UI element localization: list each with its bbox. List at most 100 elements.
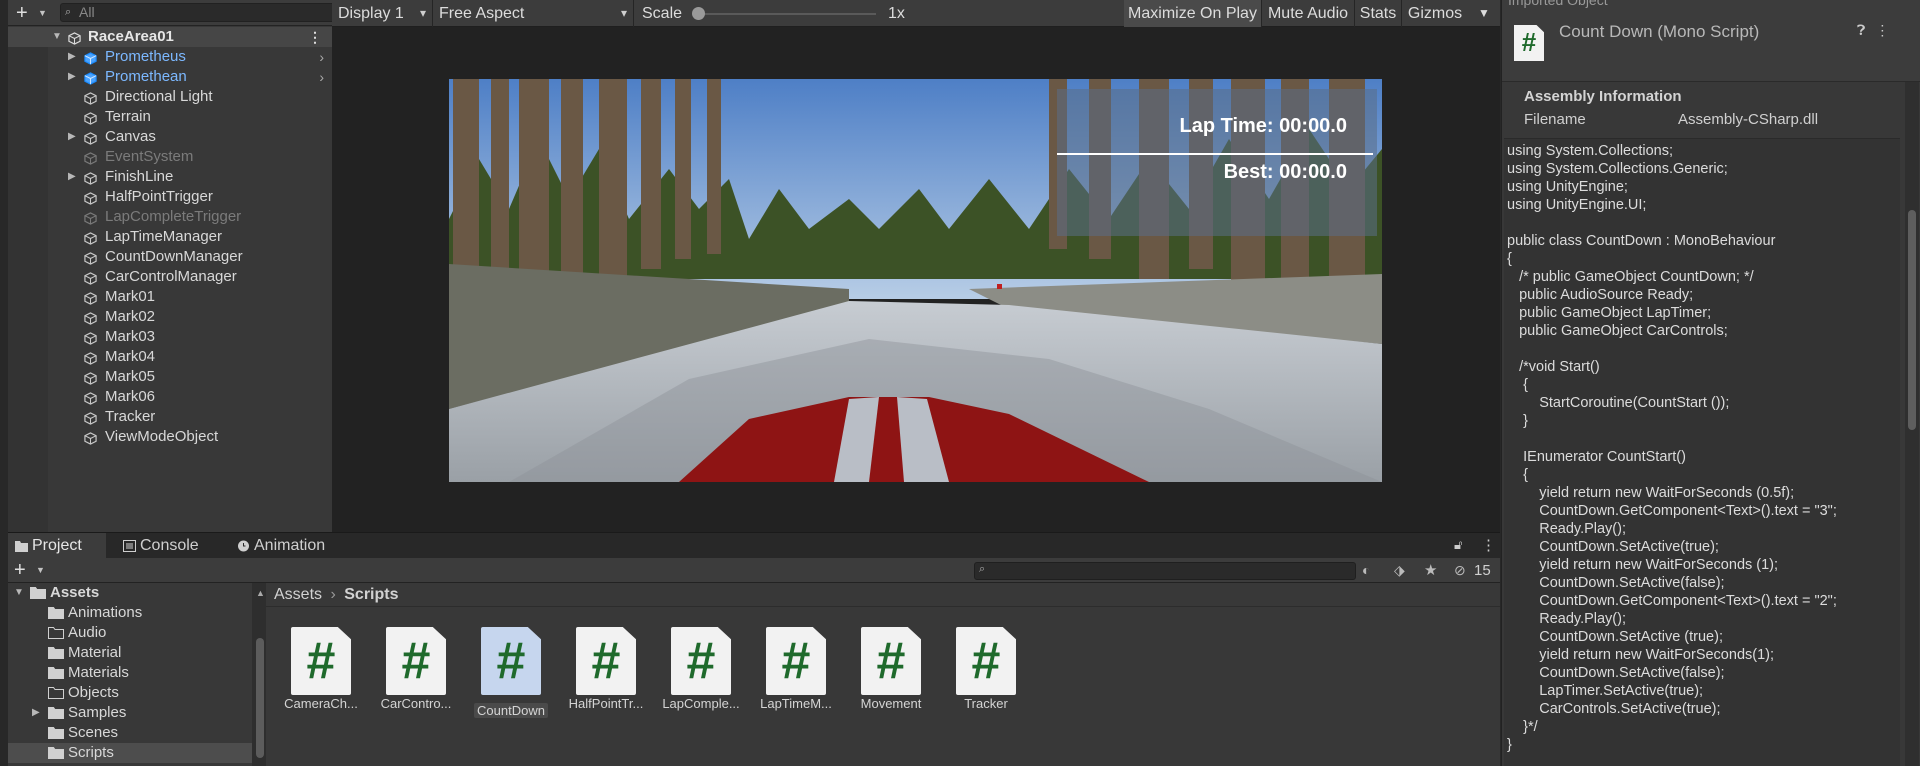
maximize-on-play-toggle[interactable]: Maximize On Play	[1124, 0, 1261, 27]
hierarchy-item[interactable]: Mark01	[8, 287, 332, 307]
hierarchy-item[interactable]: Directional Light	[8, 87, 332, 107]
breadcrumb: Assets › Scripts	[266, 583, 1500, 607]
filename-label: Filename	[1524, 111, 1586, 128]
breadcrumb-scripts[interactable]: Scripts	[344, 586, 398, 603]
display-dropdown[interactable]: Display 1	[332, 0, 432, 27]
hierarchy-item[interactable]: Mark03	[8, 327, 332, 347]
expand-arrow-icon[interactable]: ▶	[68, 47, 76, 67]
search-by-type-icon[interactable]: ◐	[1362, 562, 1370, 578]
panel-menu-icon[interactable]: ⋮	[1481, 536, 1496, 554]
folder-tree-label: Material	[68, 644, 122, 661]
folder-tree-item[interactable]: Scenes	[8, 723, 252, 743]
hierarchy-item[interactable]: Tracker	[8, 407, 332, 427]
folder-tree-item[interactable]: Audio	[8, 623, 252, 643]
scroll-up-icon[interactable]: ▲	[256, 588, 265, 598]
help-icon[interactable]: ❓︎	[1857, 22, 1865, 38]
scene-menu-icon[interactable]: ⋮	[308, 27, 322, 47]
folder-tree-item[interactable]: Scripts	[8, 743, 252, 763]
gizmos-toggle[interactable]: Gizmos	[1402, 0, 1468, 27]
hierarchy-search-input[interactable]: ⌕ All	[60, 3, 336, 22]
script-asset-label: HalfPointTr...	[568, 696, 644, 711]
hierarchy-item-label: Mark03	[105, 328, 156, 345]
expand-arrow-icon[interactable]: ▶	[68, 67, 76, 87]
gameobject-cube-icon	[84, 211, 97, 225]
hidden-packages-icon[interactable]: ⊘	[1454, 562, 1466, 579]
assembly-section-title: Assembly Information	[1524, 88, 1682, 105]
csharp-script-icon: #	[956, 627, 1016, 695]
hierarchy-item[interactable]: ▶ Prometheus ›	[8, 47, 332, 67]
script-asset[interactable]: # LapComple...	[656, 627, 746, 712]
context-menu-icon[interactable]: ⋮	[1875, 22, 1889, 38]
hierarchy-item[interactable]: LapCompleteTrigger	[8, 207, 332, 227]
gameobject-cube-icon	[84, 291, 97, 305]
folder-tree-label: Audio	[68, 624, 107, 641]
tab-console[interactable]: Console	[116, 533, 216, 559]
hierarchy-item[interactable]: Mark06	[8, 387, 332, 407]
gizmos-dropdown-icon[interactable]: ▼	[1470, 0, 1498, 27]
distant-marker	[997, 284, 1002, 289]
folder-tree-item[interactable]: Animations	[8, 603, 252, 623]
folder-tree-label: Objects	[68, 684, 119, 701]
create-dropdown-icon[interactable]: ▼	[38, 8, 47, 18]
tab-project[interactable]: Project	[8, 533, 106, 559]
script-asset[interactable]: # CarContro...	[371, 627, 461, 712]
search-icon: ⌕	[65, 6, 72, 18]
hierarchy-item[interactable]: EventSystem	[8, 147, 332, 167]
favorites-star-icon[interactable]: ★	[1424, 561, 1437, 579]
expand-arrow-icon[interactable]: ▼	[52, 27, 62, 47]
script-asset[interactable]: # Movement	[846, 627, 936, 712]
hierarchy-item[interactable]: CountDownManager	[8, 247, 332, 267]
script-asset-label: Movement	[860, 696, 922, 711]
csharp-script-icon: #	[386, 627, 446, 695]
hierarchy-item[interactable]: ▶ Promethean ›	[8, 67, 332, 87]
hierarchy-item[interactable]: Terrain	[8, 107, 332, 127]
folder-tree-item[interactable]: ▼ Assets	[8, 583, 252, 603]
hierarchy-item[interactable]: ▶ Canvas	[8, 127, 332, 147]
project-search-input[interactable]: ⌕	[974, 562, 1356, 580]
hierarchy-item-label: Directional Light	[105, 88, 213, 105]
stats-toggle[interactable]: Stats	[1355, 0, 1401, 27]
expand-arrow-icon[interactable]: ▶	[32, 703, 40, 723]
project-search-icon: ⌕	[979, 563, 986, 575]
hierarchy-item[interactable]: LapTimeManager	[8, 227, 332, 247]
folder-tree-item[interactable]: ▶ Samples	[8, 703, 252, 723]
hierarchy-item[interactable]: Mark05	[8, 367, 332, 387]
folder-tree-item[interactable]: Materials	[8, 663, 252, 683]
open-prefab-icon[interactable]: ›	[319, 47, 324, 67]
folder-tree-item[interactable]: Objects	[8, 683, 252, 703]
project-create-icon[interactable]: +	[14, 560, 26, 580]
create-plus-icon[interactable]: +	[16, 3, 28, 23]
breadcrumb-assets[interactable]: Assets	[274, 586, 322, 603]
hierarchy-item[interactable]: Mark02	[8, 307, 332, 327]
game-render-viewport[interactable]: Lap Time: 00:00.0 Best: 00:00.0	[449, 79, 1382, 482]
expand-arrow-icon[interactable]: ▶	[68, 127, 76, 147]
hierarchy-item[interactable]: CarControlManager	[8, 267, 332, 287]
scale-slider-track[interactable]	[694, 13, 876, 15]
expand-arrow-icon[interactable]: ▶	[68, 167, 76, 187]
search-by-label-icon[interactable]: ⬗	[1394, 562, 1405, 579]
scene-root-label: RaceArea01	[88, 28, 174, 45]
folder-tree-scroll-thumb[interactable]	[256, 638, 264, 758]
tab-animation[interactable]: Animation	[230, 533, 340, 559]
hierarchy-item[interactable]: HalfPointTrigger	[8, 187, 332, 207]
mute-audio-toggle[interactable]: Mute Audio	[1262, 0, 1354, 27]
hierarchy-scene-root[interactable]: ▼ RaceArea01 ⋮	[8, 27, 332, 47]
scale-slider-handle[interactable]	[692, 7, 705, 20]
folder-tree-item[interactable]: Material	[8, 643, 252, 663]
open-prefab-icon[interactable]: ›	[319, 67, 324, 87]
lock-icon[interactable]: 🔓︎	[1454, 537, 1462, 553]
script-asset[interactable]: # CountDown	[466, 627, 556, 722]
aspect-dropdown[interactable]: Free Aspect	[433, 0, 633, 27]
folder-tree-label: Animations	[68, 604, 143, 621]
hierarchy-item[interactable]: ViewModeObject	[8, 427, 332, 447]
hierarchy-item[interactable]: ▶ FinishLine	[8, 167, 332, 187]
script-asset[interactable]: # CameraCh...	[276, 627, 366, 712]
script-asset[interactable]: # HalfPointTr...	[561, 627, 651, 712]
expand-arrow-icon[interactable]: ▼	[14, 583, 24, 603]
script-asset-label: LapTimeM...	[760, 696, 832, 711]
script-asset[interactable]: # Tracker	[941, 627, 1031, 712]
inspector-scroll-thumb[interactable]	[1908, 210, 1916, 430]
script-asset[interactable]: # LapTimeM...	[751, 627, 841, 712]
hierarchy-item[interactable]: Mark04	[8, 347, 332, 367]
project-create-dropdown-icon[interactable]: ▼	[36, 565, 45, 575]
